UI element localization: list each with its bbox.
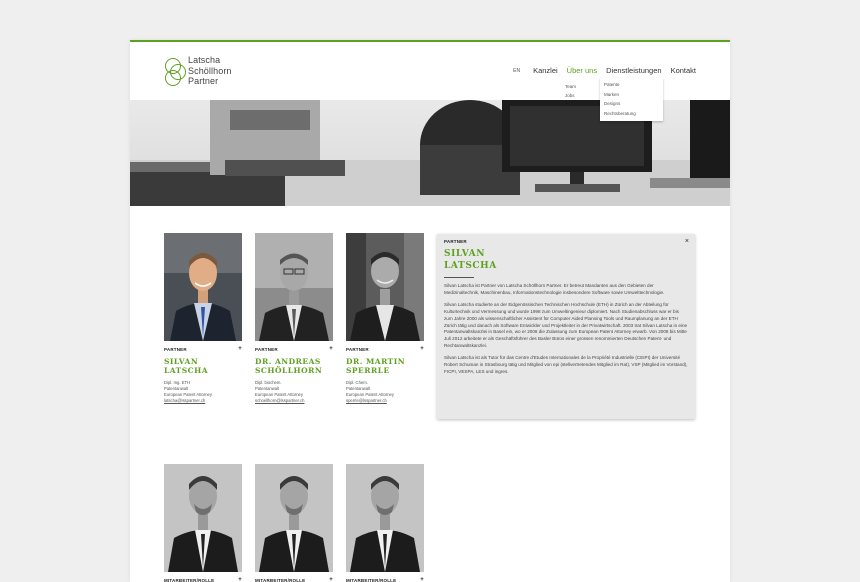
- language-switch[interactable]: EN: [513, 68, 520, 74]
- role-label: PARTNER +: [255, 346, 333, 352]
- role-label: PARTNER +: [164, 346, 242, 352]
- staff-card[interactable]: MITARBEITER/ROLLE +: [164, 464, 242, 582]
- dropdown-patente[interactable]: Patente: [604, 80, 663, 90]
- team-card[interactable]: PARTNER + DR. ANDREAS SCHÖLLHORN Dipl. bi…: [255, 233, 333, 404]
- portrait-photo: [164, 233, 242, 341]
- nav-kanzlei[interactable]: Kanzlei: [533, 66, 558, 75]
- portrait-photo: [164, 464, 242, 572]
- nav-dienstleistungen[interactable]: Dienstleistungen: [606, 66, 661, 75]
- submenu-jobs[interactable]: Jobs: [565, 91, 576, 100]
- expand-plus-icon[interactable]: +: [420, 346, 424, 352]
- email-link[interactable]: schoellhorn@lsspartner.ch: [255, 398, 333, 404]
- staff-card[interactable]: MITARBEITER/ROLLE +: [346, 464, 424, 582]
- detail-paragraph: Silvan Latscha studierte an der Eidgenös…: [444, 302, 688, 348]
- ueber-uns-submenu: Team Jobs: [565, 82, 576, 100]
- email-link[interactable]: sperrle@lsspartner.ch: [346, 398, 424, 404]
- role-label: MITARBEITER/ROLLE +: [346, 577, 424, 582]
- nav-ueber-uns[interactable]: Über uns: [567, 66, 597, 75]
- expand-plus-icon[interactable]: +: [238, 346, 242, 352]
- expand-plus-icon[interactable]: +: [420, 577, 424, 582]
- website-page: Latscha Schöllhorn Partner EN Kanzlei Üb…: [130, 40, 730, 582]
- person-details: Dipl. biochem. Patentanwalt European Pat…: [255, 380, 333, 404]
- role-label: PARTNER +: [346, 346, 424, 352]
- portrait-photo: [255, 464, 333, 572]
- person-name: SILVAN LATSCHA: [164, 357, 209, 375]
- expand-plus-icon[interactable]: +: [329, 577, 333, 582]
- divider: [444, 277, 474, 278]
- main-nav: EN Kanzlei Über uns Dienstleistungen Kon…: [513, 66, 696, 75]
- person-details: Dipl. Ing. ETH Patentanwalt European Pat…: [164, 380, 242, 404]
- team-card[interactable]: PARTNER + SILVAN LATSCHA Dipl. Ing. ETH P…: [164, 233, 242, 404]
- submenu-team[interactable]: Team: [565, 82, 576, 91]
- dropdown-rechtsberatung[interactable]: Rechtsberatung: [604, 109, 663, 119]
- expand-plus-icon[interactable]: +: [238, 577, 242, 582]
- detail-role: PARTNER: [444, 239, 467, 244]
- dienstleistungen-dropdown: Patente Marken Designs Rechtsberatung: [600, 78, 663, 121]
- portrait-photo: [346, 233, 424, 341]
- expand-plus-icon[interactable]: +: [329, 346, 333, 352]
- role-label: MITARBEITER/ROLLE +: [164, 577, 242, 582]
- detail-paragraph: Silvan Latscha ist Partner von Latscha S…: [444, 283, 665, 295]
- person-name: DR. MARTIN SPERRLE: [346, 357, 406, 375]
- person-name: DR. ANDREAS SCHÖLLHORN: [255, 357, 323, 375]
- staff-card[interactable]: MITARBEITER/ROLLE +: [255, 464, 333, 582]
- dropdown-designs[interactable]: Designs: [604, 99, 663, 109]
- partner-detail-panel: PARTNER × SILVAN LATSCHA Silvan Latscha …: [437, 234, 695, 419]
- close-icon[interactable]: ×: [685, 238, 689, 245]
- team-card[interactable]: PARTNER + DR. MARTIN SPERRLE Dipl. Chem. …: [346, 233, 424, 404]
- portrait-photo: [255, 233, 333, 341]
- person-details: Dipl. Chem. Patentanwalt European Patent…: [346, 380, 424, 404]
- detail-paragraph: Silvan Latscha ist als Tutor für das Cen…: [444, 355, 688, 374]
- detail-name: SILVAN LATSCHA: [444, 249, 497, 271]
- logo-wordmark: Latscha Schöllhorn Partner: [188, 55, 232, 86]
- dropdown-marken[interactable]: Marken: [604, 90, 663, 100]
- nav-kontakt[interactable]: Kontakt: [671, 66, 696, 75]
- portrait-photo: [346, 464, 424, 572]
- logo[interactable]: Latscha Schöllhorn Partner: [164, 54, 254, 90]
- role-label: MITARBEITER/ROLLE +: [255, 577, 333, 582]
- email-link[interactable]: latscha@lsspartner.ch: [164, 398, 242, 404]
